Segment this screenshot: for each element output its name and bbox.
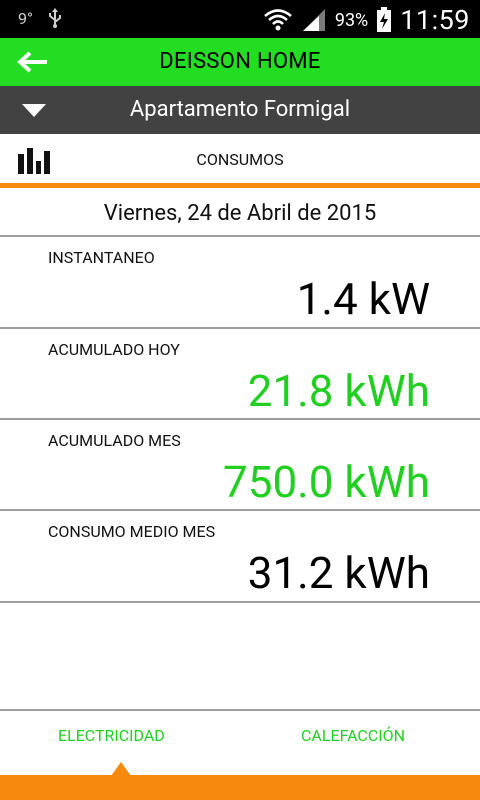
status-bar: 9° 93% 11:59 bbox=[0, 0, 480, 38]
battery-charging-icon bbox=[377, 7, 392, 32]
metric-label: INSTANTANEO bbox=[48, 248, 155, 267]
metric-value: 21.8 kWh bbox=[247, 365, 430, 417]
wifi-icon bbox=[263, 9, 292, 31]
usb-icon bbox=[48, 8, 61, 28]
location-title: Apartamento Formigal bbox=[129, 97, 351, 122]
divider bbox=[0, 601, 480, 603]
temperature-indicator: 9° bbox=[18, 8, 33, 28]
metric-value: 1.4 kW bbox=[296, 273, 430, 325]
app-title: DEISSON HOME bbox=[159, 49, 321, 74]
metric-label: CONSUMO MEDIO MES bbox=[48, 522, 216, 541]
clock: 11:59 bbox=[400, 4, 470, 36]
app-bar: DEISSON HOME bbox=[0, 38, 480, 86]
metric-row-consumo-medio-mes: CONSUMO MEDIO MES 31.2 kWh bbox=[0, 511, 480, 601]
bottom-accent-bar bbox=[0, 775, 480, 800]
metric-row-acumulado-mes: ACUMULADO MES 750.0 kWh bbox=[0, 420, 480, 510]
metric-label: ACUMULADO HOY bbox=[48, 340, 180, 359]
battery-percent: 93% bbox=[334, 9, 369, 31]
section-header: CONSUMOS bbox=[0, 134, 480, 184]
metric-value: 750.0 kWh bbox=[222, 456, 430, 508]
metric-row-instantaneo: INSTANTANEO 1.4 kW bbox=[0, 237, 480, 327]
status-right: 93% 11:59 bbox=[263, 4, 470, 36]
metric-row-acumulado-hoy: ACUMULADO HOY 21.8 kWh bbox=[0, 329, 480, 419]
location-selector[interactable]: Apartamento Formigal bbox=[0, 86, 480, 134]
tab-electricidad[interactable]: ELECTRICIDAD bbox=[58, 722, 165, 750]
signal-icon bbox=[302, 9, 325, 31]
metric-value: 31.2 kWh bbox=[247, 547, 430, 599]
date-label: Viernes, 24 de Abril de 2015 bbox=[103, 201, 377, 226]
section-title: CONSUMOS bbox=[196, 150, 284, 169]
selected-tab-indicator bbox=[111, 762, 131, 776]
metric-label: ACUMULADO MES bbox=[48, 431, 181, 450]
status-left: 9° bbox=[18, 8, 63, 28]
tab-calefaccion[interactable]: CALEFACCIÓN bbox=[301, 722, 405, 750]
